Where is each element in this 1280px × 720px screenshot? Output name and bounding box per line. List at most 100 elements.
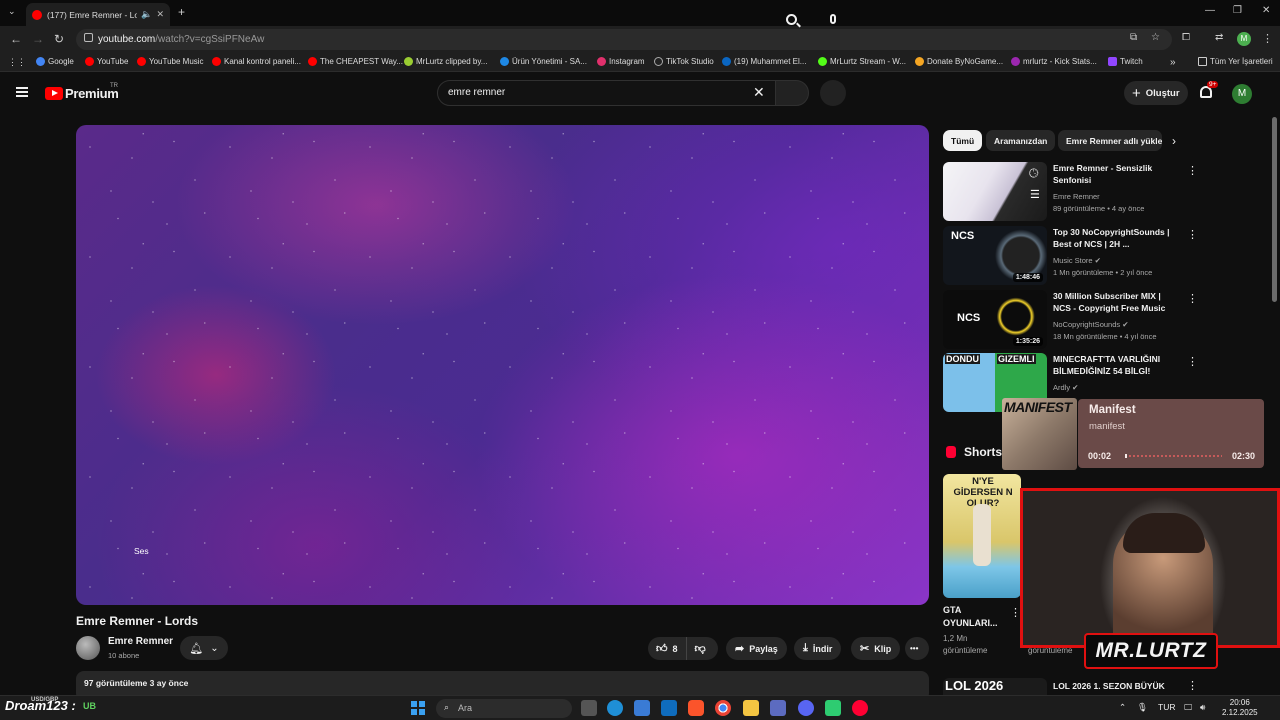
bookmarks-overflow-icon[interactable]: »	[1170, 57, 1176, 68]
chip-uploader[interactable]: Emre Remner adlı yükleyici	[1058, 130, 1162, 151]
bookmark-star-icon[interactable]: ☆	[1151, 32, 1160, 43]
menu-icon[interactable]	[16, 87, 28, 97]
tab-search-icon[interactable]: ⇄	[1215, 32, 1223, 43]
youtube-app-icon[interactable]	[852, 700, 868, 716]
close-window-icon[interactable]: ✕	[1262, 5, 1270, 16]
install-app-icon[interactable]: ⧉	[1130, 32, 1137, 43]
bookmark-twitch[interactable]: Twitch	[1108, 57, 1143, 66]
minimize-icon[interactable]: —	[1205, 5, 1215, 16]
dislike-button[interactable]: 👎︎	[687, 642, 714, 655]
share-button[interactable]: ➦ Paylaş	[726, 637, 787, 660]
brave-icon[interactable]	[688, 700, 704, 716]
chrome-icon[interactable]	[715, 700, 731, 716]
rec-channel[interactable]: Emre Remner	[1053, 192, 1100, 201]
channel-name[interactable]: Emre Remner	[108, 636, 173, 647]
close-tab-icon[interactable]: ✕	[156, 9, 164, 20]
app-icon[interactable]	[770, 700, 786, 716]
account-avatar[interactable]: M	[1232, 84, 1252, 104]
bookmark-kanal[interactable]: Kanal kontrol paneli...	[212, 57, 301, 66]
store-icon[interactable]	[634, 700, 650, 716]
tab-list-chevron-icon[interactable]: ⌄	[8, 6, 16, 17]
forward-icon[interactable]: →	[32, 32, 44, 46]
kebab-menu-icon[interactable]: ⋮	[1187, 292, 1198, 305]
rec-thumbnail[interactable]: LOL 2026	[943, 678, 1047, 696]
browser-profile-avatar[interactable]: M	[1237, 32, 1251, 46]
bookmark-youtube[interactable]: YouTube	[85, 57, 128, 66]
bookmark-google[interactable]: Google	[36, 57, 74, 66]
site-info-icon[interactable]	[84, 33, 93, 42]
search-icon[interactable]	[786, 14, 797, 25]
like-button[interactable]: 👍︎ 8	[648, 637, 687, 660]
add-to-queue-icon[interactable]: ☰	[1030, 188, 1040, 201]
bookmark-cheapest[interactable]: The CHEAPEST Way...	[308, 57, 403, 66]
bookmark-urun[interactable]: Ürün Yönetimi - SA...	[500, 57, 587, 66]
download-button[interactable]: ⤓ İndir	[794, 637, 842, 660]
restore-icon[interactable]: ❐	[1233, 5, 1242, 16]
kebab-menu-icon[interactable]: ⋮	[1187, 355, 1198, 368]
discord-icon[interactable]	[798, 700, 814, 716]
short-title[interactable]: GTA OYUNLARI...	[943, 604, 1005, 630]
chrome-menu-icon[interactable]: ⋮	[1262, 32, 1273, 45]
clear-search-icon[interactable]: ✕	[753, 85, 765, 99]
back-icon[interactable]: ←	[10, 32, 22, 46]
watch-later-icon[interactable]: 🕓︎	[1029, 166, 1039, 181]
new-tab-icon[interactable]: +	[178, 5, 185, 19]
task-view-icon[interactable]	[581, 700, 597, 716]
chips-next-icon[interactable]: ›	[1172, 134, 1176, 148]
youtube-logo-icon[interactable]	[45, 87, 63, 100]
windows-start-icon[interactable]	[411, 701, 425, 715]
taskbar-search[interactable]: Ara	[436, 699, 572, 718]
system-clock[interactable]: 20:06 2.12.2025	[1222, 698, 1258, 718]
kebab-menu-icon[interactable]: ⋮	[1187, 164, 1198, 177]
rec-thumbnail[interactable]: 🕓︎ ☰	[943, 162, 1047, 221]
chip-from-search[interactable]: Aramanızdan	[986, 130, 1056, 151]
bookmark-kick-stats[interactable]: mrlurtz - Kick Stats...	[1011, 57, 1097, 66]
search-button[interactable]	[775, 80, 809, 106]
bookmark-youtube-music[interactable]: YouTube Music	[137, 57, 204, 66]
language-indicator[interactable]: TUR	[1158, 702, 1175, 712]
reload-icon[interactable]: ↻	[54, 32, 64, 46]
apps-icon[interactable]: ⋮⋮	[8, 57, 26, 68]
bookmark-tiktok[interactable]: TikTok Studio	[654, 57, 714, 66]
mail-icon[interactable]	[661, 700, 677, 716]
bookmark-donate[interactable]: Donate ByNoGame...	[915, 57, 1003, 66]
rec-item[interactable]: NCS 1:35:26 30 Million Subscriber MIX | …	[943, 290, 1203, 350]
rec-thumbnail[interactable]: NCS 1:48:46	[943, 226, 1047, 285]
rec-item[interactable]: NCS 1:48:46 Top 30 NoCopyrightSounds | B…	[943, 226, 1203, 286]
extensions-icon[interactable]: ⧠	[1182, 32, 1190, 43]
subscribed-bell-button[interactable]: 🔔︎ ⌄	[180, 636, 228, 660]
edge-icon[interactable]	[607, 700, 623, 716]
clip-button[interactable]: ✂ Klip	[851, 637, 901, 660]
volume-icon[interactable]: 🔊︎	[1200, 702, 1205, 713]
voice-search-button[interactable]	[820, 80, 846, 106]
all-bookmarks-folder[interactable]: Tüm Yer İşaretleri	[1198, 57, 1273, 66]
speaker-icon[interactable]: 🔈	[141, 9, 152, 20]
bookmark-instagram[interactable]: Instagram	[597, 57, 645, 66]
bookmark-linkedin[interactable]: (19) Muhammet El...	[722, 57, 806, 66]
network-icon[interactable]: 🖵︎	[1184, 702, 1192, 713]
tray-mic-icon[interactable]: 🎙︎	[1137, 702, 1148, 713]
rec-thumbnail[interactable]: NCS 1:35:26	[943, 290, 1047, 349]
obs-icon[interactable]	[825, 700, 841, 716]
rec-title[interactable]: LOL 2026 1. SEZON BÜYÜK	[1053, 681, 1165, 691]
rec-channel[interactable]: NoCopyrightSounds ✔	[1053, 320, 1129, 329]
rec-channel[interactable]: Ardly ✔	[1053, 383, 1078, 392]
tray-overflow-icon[interactable]: ⌃	[1119, 702, 1126, 713]
bookmark-mrlurtz-clipped[interactable]: MrLurtz clipped by...	[404, 57, 487, 66]
microphone-icon[interactable]	[830, 14, 836, 24]
bookmark-mrlurtz-stream[interactable]: MrLurtz Stream - W...	[818, 57, 906, 66]
short-thumbnail[interactable]: N'YE GİDERSEN N OLUR?	[943, 474, 1021, 598]
video-player[interactable]: Ses	[76, 125, 929, 605]
channel-avatar[interactable]	[76, 636, 100, 660]
file-explorer-icon[interactable]	[743, 700, 759, 716]
search-input[interactable]: emre remner	[437, 80, 777, 106]
kebab-menu-icon[interactable]: ⋮	[1187, 228, 1198, 241]
page-scrollbar[interactable]	[1272, 117, 1277, 302]
chip-all[interactable]: Tümü	[943, 130, 983, 151]
kebab-menu-icon[interactable]: ⋮	[1187, 679, 1198, 692]
rec-channel[interactable]: Music Store ✔	[1053, 256, 1101, 265]
create-button[interactable]: + Oluştur	[1124, 81, 1188, 105]
browser-tab-active[interactable]: (177) Emre Remner - Lords 🔈 ✕	[26, 3, 170, 26]
address-bar[interactable]: youtube.com/watch?v=cgSsiPFNeAw	[76, 29, 1172, 50]
more-actions-button[interactable]: •••	[905, 637, 929, 660]
